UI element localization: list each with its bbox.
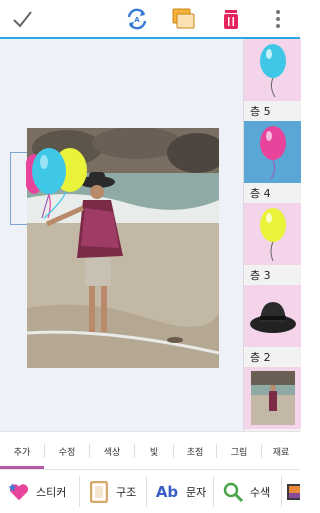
top-toolbar: A: [0, 0, 300, 39]
text-icon: Ab: [155, 482, 179, 501]
svg-text:A: A: [134, 16, 140, 24]
auto-rotate-icon[interactable]: A: [123, 5, 151, 33]
tab-drawing[interactable]: 그림: [217, 432, 261, 470]
tab-focus[interactable]: 초점: [174, 432, 216, 470]
gallery-button[interactable]: [286, 470, 300, 513]
category-tabs: 추가 수정 색상 빛 초점 그림 재료: [0, 431, 300, 470]
text-button[interactable]: Ab 문자: [154, 470, 206, 513]
search-icon: [222, 481, 244, 503]
tab-edit[interactable]: 수정: [45, 432, 89, 470]
layers-panel[interactable]: 층 5 층 4 층 3 층 2 층 1: [243, 39, 301, 431]
overflow-menu-icon[interactable]: [264, 5, 292, 33]
tool-divider: [213, 476, 214, 507]
layer-item-2[interactable]: 층 2: [244, 285, 301, 367]
check-icon[interactable]: [8, 5, 36, 33]
cyan-balloon-icon: [244, 39, 301, 101]
layer-label: 층 2: [250, 351, 271, 364]
gallery-icon: [286, 481, 300, 503]
pink-balloon-icon: [244, 121, 301, 183]
balloons-sticker[interactable]: [24, 146, 90, 222]
layers-duplicate-icon[interactable]: [170, 5, 198, 33]
tab-add[interactable]: 추가: [0, 432, 44, 470]
tool-row: 스티커 구조 Ab 문자 수색: [0, 469, 300, 513]
frame-button[interactable]: 구조: [88, 470, 136, 513]
tab-light[interactable]: 빛: [135, 432, 173, 470]
black-hat-icon: [244, 285, 301, 347]
trash-icon[interactable]: [217, 5, 245, 33]
tab-color[interactable]: 색상: [90, 432, 134, 470]
sticker-icon: [8, 481, 30, 503]
tool-divider: [79, 476, 80, 507]
layer-item-4[interactable]: 층 4: [244, 121, 301, 203]
layer-item-5[interactable]: 층 5: [244, 39, 301, 121]
tab-material[interactable]: 재료: [262, 432, 300, 470]
frame-icon: [88, 480, 110, 503]
tool-divider: [146, 476, 147, 507]
layer-item-1[interactable]: 층 1: [244, 367, 301, 431]
yellow-balloon-icon: [244, 203, 301, 265]
layer-label: 층 3: [250, 269, 271, 282]
sticker-button[interactable]: 스티커: [8, 470, 66, 513]
search-button[interactable]: 수색: [222, 470, 270, 513]
layer-label: 층 4: [250, 187, 271, 200]
beach-photo-thumbnail: [244, 367, 301, 429]
layer-item-3[interactable]: 층 3: [244, 203, 301, 285]
layer-label: 층 5: [250, 105, 271, 118]
tool-divider: [281, 476, 282, 507]
